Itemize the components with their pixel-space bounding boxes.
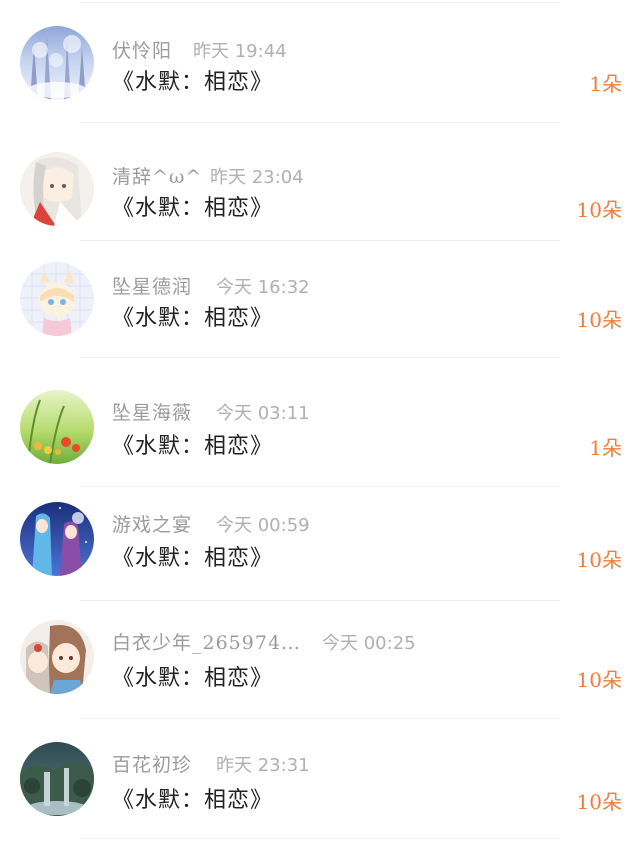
divider bbox=[80, 122, 560, 123]
record-time: 今天 00:25 bbox=[322, 633, 416, 654]
user-avatar[interactable] bbox=[20, 26, 94, 100]
user-avatar[interactable] bbox=[20, 742, 94, 816]
flower-count: 10朵 bbox=[576, 790, 622, 814]
user-avatar[interactable] bbox=[20, 262, 94, 336]
spring-flowers-avatar-image bbox=[20, 390, 94, 464]
gift-title: 《水默：相恋》 bbox=[112, 666, 274, 691]
gift-title: 《水默：相恋》 bbox=[112, 306, 274, 331]
user-avatar[interactable] bbox=[20, 502, 94, 576]
user-name[interactable]: 坠星德润 bbox=[112, 272, 192, 299]
gift-record-list: 伏怜阳 昨天 19:44 《水默：相恋》 1朵 清辞^ω^ 昨天 23:04 《… bbox=[0, 0, 640, 844]
flower-count: 1朵 bbox=[589, 436, 622, 460]
user-avatar[interactable] bbox=[20, 390, 94, 464]
user-avatar[interactable] bbox=[20, 152, 94, 226]
divider bbox=[80, 718, 560, 719]
anime-white-hair-avatar-image bbox=[20, 152, 94, 226]
user-name[interactable]: 坠星海薇 bbox=[112, 398, 192, 425]
anime-couple-night-avatar-image bbox=[20, 502, 94, 576]
gift-record-row[interactable]: 清辞^ω^ 昨天 23:04 《水默：相恋》 10朵 bbox=[0, 126, 640, 236]
gift-record-row[interactable]: 坠星海薇 今天 03:11 《水默：相恋》 1朵 bbox=[0, 366, 640, 476]
gift-title: 《水默：相恋》 bbox=[112, 788, 274, 813]
chibi-children-avatar-image bbox=[20, 620, 94, 694]
anime-fox-girl-avatar-image bbox=[20, 262, 94, 336]
gift-record-row[interactable]: 白衣少年_265974… 今天 00:25 《水默：相恋》 10朵 bbox=[0, 602, 640, 712]
record-time: 昨天 23:31 bbox=[216, 755, 310, 776]
gift-title: 《水默：相恋》 bbox=[112, 196, 274, 221]
flower-count: 10朵 bbox=[576, 668, 622, 692]
user-avatar[interactable] bbox=[20, 620, 94, 694]
record-time: 昨天 19:44 bbox=[193, 41, 287, 62]
flower-count: 1朵 bbox=[589, 72, 622, 96]
record-time: 今天 16:32 bbox=[216, 277, 310, 298]
flower-count: 10朵 bbox=[576, 308, 622, 332]
user-name[interactable]: 游戏之宴 bbox=[112, 510, 192, 537]
winter-forest-avatar-image bbox=[20, 26, 94, 100]
gift-record-row[interactable]: 游戏之宴 今天 00:59 《水默：相恋》 10朵 bbox=[0, 486, 640, 596]
flower-count: 10朵 bbox=[576, 548, 622, 572]
gift-title: 《水默：相恋》 bbox=[112, 70, 274, 95]
gift-record-row[interactable]: 坠星德润 今天 16:32 《水默：相恋》 10朵 bbox=[0, 240, 640, 350]
divider bbox=[80, 838, 560, 839]
user-name[interactable]: 白衣少年_265974… bbox=[112, 628, 301, 655]
divider bbox=[80, 357, 560, 358]
gift-record-row[interactable]: 百花初珍 昨天 23:31 《水默：相恋》 10朵 bbox=[0, 720, 640, 830]
record-time: 昨天 23:04 bbox=[210, 167, 304, 188]
user-name[interactable]: 伏怜阳 bbox=[112, 36, 172, 63]
record-time: 今天 00:59 bbox=[216, 515, 310, 536]
gift-record-row[interactable]: 伏怜阳 昨天 19:44 《水默：相恋》 1朵 bbox=[0, 0, 640, 110]
record-time: 今天 03:11 bbox=[216, 403, 310, 424]
waterfall-landscape-avatar-image bbox=[20, 742, 94, 816]
user-name[interactable]: 清辞^ω^ bbox=[112, 162, 202, 189]
gift-title: 《水默：相恋》 bbox=[112, 546, 274, 571]
user-name[interactable]: 百花初珍 bbox=[112, 750, 192, 777]
flower-count: 10朵 bbox=[576, 198, 622, 222]
gift-title: 《水默：相恋》 bbox=[112, 434, 274, 459]
divider bbox=[80, 600, 560, 601]
